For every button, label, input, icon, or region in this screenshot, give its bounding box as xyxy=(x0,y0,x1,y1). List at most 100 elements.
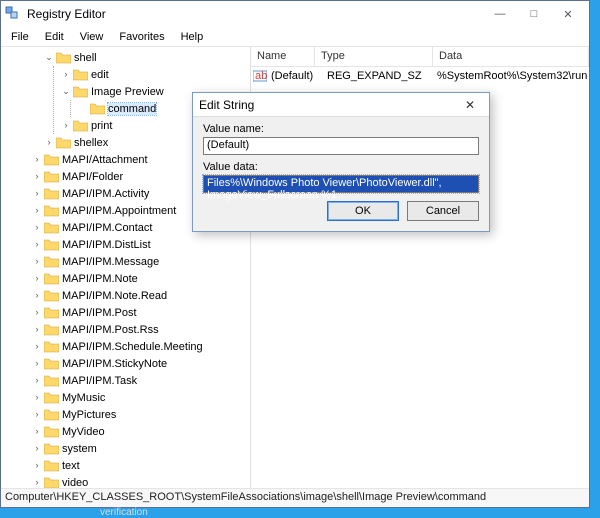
minimize-button[interactable]: — xyxy=(483,3,517,25)
folder-icon xyxy=(73,119,88,132)
chevron-down-icon[interactable]: ⌄ xyxy=(60,86,72,98)
chevron-right-icon[interactable]: › xyxy=(31,171,43,183)
folder-icon xyxy=(44,357,59,370)
tree-node[interactable]: ›video xyxy=(31,474,250,488)
folder-icon xyxy=(44,153,59,166)
menu-file[interactable]: File xyxy=(3,29,37,45)
ok-button[interactable]: OK xyxy=(327,201,399,221)
titlebar[interactable]: Registry Editor — □ ✕ xyxy=(1,1,589,27)
chevron-right-icon[interactable]: › xyxy=(31,273,43,285)
dialog-titlebar[interactable]: Edit String ✕ xyxy=(193,93,489,117)
tree-node[interactable]: ›MAPI/IPM.Note xyxy=(31,270,250,287)
folder-icon xyxy=(44,255,59,268)
folder-icon xyxy=(44,459,59,472)
menu-favorites[interactable]: Favorites xyxy=(111,29,172,45)
tree-node[interactable]: ›MAPI/IPM.Post xyxy=(31,304,250,321)
tree-node[interactable]: ›MAPI/IPM.Post.Rss xyxy=(31,321,250,338)
chevron-right-icon[interactable]: › xyxy=(31,375,43,387)
cancel-button[interactable]: Cancel xyxy=(407,201,479,221)
chevron-right-icon[interactable]: › xyxy=(31,324,43,336)
chevron-right-icon[interactable]: › xyxy=(31,358,43,370)
close-button[interactable]: ✕ xyxy=(551,3,585,25)
chevron-right-icon[interactable]: › xyxy=(31,392,43,404)
chevron-down-icon[interactable]: ⌄ xyxy=(43,52,55,64)
chevron-right-icon[interactable]: › xyxy=(31,409,43,421)
folder-icon xyxy=(90,102,105,115)
folder-icon xyxy=(56,51,71,64)
registry-editor-window: Registry Editor — □ ✕ File Edit View Fav… xyxy=(0,0,590,508)
folder-icon xyxy=(44,408,59,421)
tree-node[interactable]: ›MyVideo xyxy=(31,423,250,440)
value-data: %SystemRoot%\System32\rundll32.exe "%Pro… xyxy=(437,70,587,82)
tree-node[interactable]: ›MAPI/IPM.Note.Read xyxy=(31,287,250,304)
col-data[interactable]: Data xyxy=(433,47,589,66)
folder-icon xyxy=(44,170,59,183)
taskbar-hint: verification xyxy=(100,507,148,518)
col-type[interactable]: Type xyxy=(315,47,433,66)
tree-node[interactable]: ›text xyxy=(31,457,250,474)
chevron-right-icon[interactable]: › xyxy=(31,443,43,455)
folder-icon xyxy=(44,340,59,353)
tree-node[interactable]: ›MyPictures xyxy=(31,406,250,423)
folder-icon xyxy=(44,391,59,404)
menu-help[interactable]: Help xyxy=(173,29,212,45)
tree-node[interactable]: ›MAPI/IPM.Schedule.Meeting xyxy=(31,338,250,355)
tree-node[interactable]: ›MAPI/IPM.DistList xyxy=(31,236,250,253)
folder-icon xyxy=(44,323,59,336)
folder-icon xyxy=(44,289,59,302)
tree-node[interactable]: ›MAPI/IPM.Message xyxy=(31,253,250,270)
dialog-close-button[interactable]: ✕ xyxy=(457,98,483,112)
folder-icon xyxy=(44,187,59,200)
folder-icon xyxy=(73,85,88,98)
menu-view[interactable]: View xyxy=(72,29,112,45)
value-data-label: Value data: xyxy=(203,161,479,173)
chevron-right-icon[interactable]: › xyxy=(31,222,43,234)
folder-icon xyxy=(44,306,59,319)
menu-edit[interactable]: Edit xyxy=(37,29,72,45)
edit-string-dialog: Edit String ✕ Value name: (Default) Valu… xyxy=(192,92,490,232)
maximize-button[interactable]: □ xyxy=(517,3,551,25)
folder-icon xyxy=(73,68,88,81)
app-icon xyxy=(5,6,21,22)
tree-node[interactable]: ›MAPI/IPM.Task xyxy=(31,372,250,389)
chevron-right-icon[interactable]: › xyxy=(60,69,72,81)
folder-icon xyxy=(44,476,59,488)
tree-node[interactable]: ›MAPI/IPM.StickyNote xyxy=(31,355,250,372)
folder-icon xyxy=(44,238,59,251)
list-header[interactable]: Name Type Data xyxy=(251,47,589,67)
tree-node[interactable]: ›system xyxy=(31,440,250,457)
folder-icon xyxy=(56,136,71,149)
menubar: File Edit View Favorites Help xyxy=(1,27,589,46)
folder-icon xyxy=(44,425,59,438)
col-name[interactable]: Name xyxy=(251,47,315,66)
chevron-right-icon[interactable]: › xyxy=(31,154,43,166)
value-name: (Default) xyxy=(271,70,327,82)
string-value-icon xyxy=(253,69,267,83)
chevron-right-icon[interactable]: › xyxy=(31,307,43,319)
chevron-right-icon[interactable]: › xyxy=(31,426,43,438)
tree-node-edit[interactable]: › edit xyxy=(60,66,250,83)
chevron-right-icon[interactable]: › xyxy=(31,256,43,268)
chevron-right-icon[interactable]: › xyxy=(31,239,43,251)
folder-icon xyxy=(44,374,59,387)
value-data-input[interactable]: Files%\Windows Photo Viewer\PhotoViewer.… xyxy=(203,175,479,193)
list-row-default[interactable]: (Default) REG_EXPAND_SZ %SystemRoot%\Sys… xyxy=(251,67,589,85)
tree-leaf xyxy=(77,103,89,115)
tree-node[interactable]: ›MyMusic xyxy=(31,389,250,406)
chevron-right-icon[interactable]: › xyxy=(31,205,43,217)
folder-icon xyxy=(44,204,59,217)
chevron-right-icon[interactable]: › xyxy=(31,188,43,200)
folder-icon xyxy=(44,272,59,285)
tree-node-shell[interactable]: ⌄ shell xyxy=(43,49,250,66)
statusbar: Computer\HKEY_CLASSES_ROOT\SystemFileAss… xyxy=(1,488,589,507)
chevron-right-icon[interactable]: › xyxy=(31,290,43,302)
value-name-input[interactable]: (Default) xyxy=(203,137,479,155)
chevron-right-icon[interactable]: › xyxy=(60,120,72,132)
chevron-right-icon[interactable]: › xyxy=(31,341,43,353)
folder-icon xyxy=(44,442,59,455)
value-type: REG_EXPAND_SZ xyxy=(327,70,437,82)
chevron-right-icon[interactable]: › xyxy=(31,460,43,472)
chevron-right-icon[interactable]: › xyxy=(43,137,55,149)
window-title: Registry Editor xyxy=(27,7,483,21)
chevron-right-icon[interactable]: › xyxy=(31,477,43,489)
